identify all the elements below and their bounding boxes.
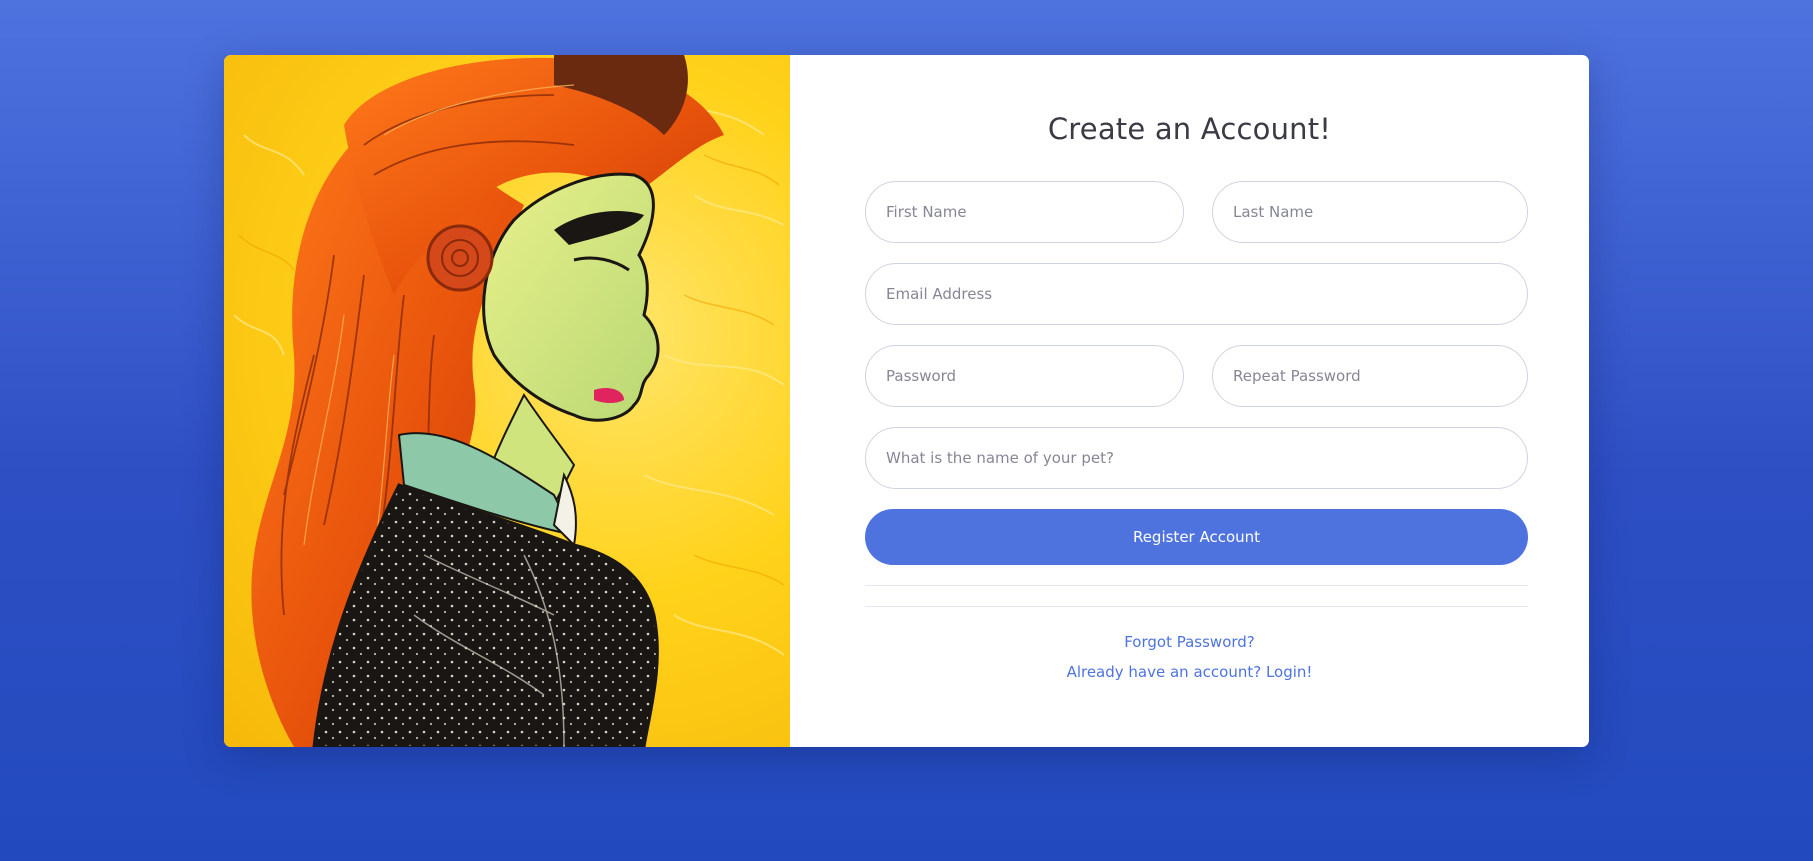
- register-account-button[interactable]: Register Account: [865, 509, 1528, 565]
- forgot-password-link[interactable]: Forgot Password?: [790, 633, 1589, 651]
- email-input[interactable]: [865, 263, 1528, 325]
- register-card: Create an Account! Register Account Forg…: [224, 55, 1589, 747]
- first-name-input[interactable]: [865, 181, 1184, 243]
- last-name-input[interactable]: [1212, 181, 1528, 243]
- security-question-input[interactable]: [865, 427, 1528, 489]
- login-link[interactable]: Already have an account? Login!: [790, 663, 1589, 681]
- repeat-password-input[interactable]: [1212, 345, 1528, 407]
- page-title: Create an Account!: [1047, 112, 1332, 146]
- password-input[interactable]: [865, 345, 1184, 407]
- divider: [865, 585, 1528, 586]
- portrait-svg: [233, 55, 785, 747]
- divider: [865, 606, 1528, 607]
- register-form-panel: Create an Account! Register Account Forg…: [790, 55, 1589, 747]
- portrait-illustration: [224, 55, 790, 747]
